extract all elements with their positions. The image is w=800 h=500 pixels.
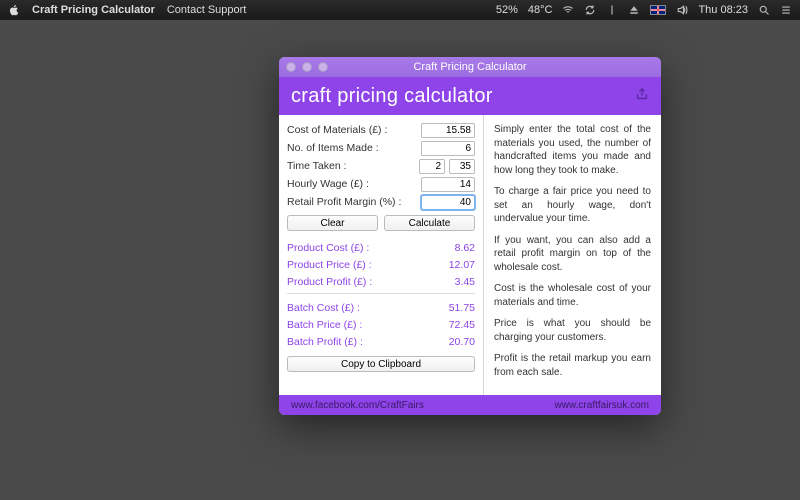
menu-contact-support[interactable]: Contact Support	[167, 4, 247, 16]
batch-price-label: Batch Price (£) :	[287, 319, 421, 331]
app-header: craft pricing calculator	[279, 77, 661, 115]
results-panel: Product Cost (£) :8.62 Product Price (£)…	[287, 239, 475, 350]
batch-cost-label: Batch Cost (£) :	[287, 302, 421, 314]
time-hours-input[interactable]	[419, 159, 445, 174]
time-taken-label: Time Taken :	[287, 160, 419, 172]
product-price-value: 12.07	[421, 259, 475, 271]
cost-materials-input[interactable]	[421, 123, 475, 138]
help-text: Cost is the wholesale cost of your mater…	[494, 282, 651, 309]
app-window: Craft Pricing Calculator craft pricing c…	[279, 57, 661, 415]
batch-cost-value: 51.75	[421, 302, 475, 314]
items-made-label: No. of Items Made :	[287, 142, 421, 154]
spotlight-icon[interactable]	[758, 4, 770, 16]
eject-icon[interactable]	[628, 4, 640, 16]
close-icon[interactable]	[286, 62, 296, 72]
header-title: craft pricing calculator	[291, 85, 493, 108]
clock[interactable]: Thu 08:23	[698, 4, 748, 16]
cost-materials-label: Cost of Materials (£) :	[287, 124, 421, 136]
input-flag-uk-icon[interactable]	[650, 5, 666, 15]
margin-input[interactable]	[421, 195, 475, 210]
batch-profit-label: Batch Profit (£) :	[287, 336, 421, 348]
help-panel: Simply enter the total cost of the mater…	[484, 115, 661, 395]
product-profit-value: 3.45	[421, 276, 475, 288]
window-title: Craft Pricing Calculator	[279, 61, 661, 73]
apple-menu-icon[interactable]	[8, 4, 20, 16]
notification-center-icon[interactable]	[780, 4, 792, 16]
battery-percent: 52%	[496, 4, 518, 16]
batch-profit-value: 20.70	[421, 336, 475, 348]
volume-icon[interactable]	[676, 4, 688, 16]
wifi-icon[interactable]	[562, 4, 574, 16]
copy-button[interactable]: Copy to Clipboard	[287, 356, 475, 372]
product-profit-label: Product Profit (£) :	[287, 276, 421, 288]
calculate-button[interactable]: Calculate	[384, 215, 475, 231]
divider-icon	[606, 4, 618, 16]
margin-label: Retail Profit Margin (%) :	[287, 196, 421, 208]
items-made-input[interactable]	[421, 141, 475, 156]
cpu-temp: 48°C	[528, 4, 553, 16]
menubar: Craft Pricing Calculator Contact Support…	[0, 0, 800, 20]
clear-button[interactable]: Clear	[287, 215, 378, 231]
help-text: To charge a fair price you need to set a…	[494, 185, 651, 226]
zoom-icon[interactable]	[318, 62, 328, 72]
form-panel: Cost of Materials (£) : No. of Items Mad…	[279, 115, 484, 395]
product-cost-label: Product Cost (£) :	[287, 242, 421, 254]
product-price-label: Product Price (£) :	[287, 259, 421, 271]
time-minutes-input[interactable]	[449, 159, 475, 174]
app-name-menu[interactable]: Craft Pricing Calculator	[32, 4, 155, 16]
hourly-wage-label: Hourly Wage (£) :	[287, 178, 421, 190]
divider	[287, 293, 475, 294]
hourly-wage-input[interactable]	[421, 177, 475, 192]
product-cost-value: 8.62	[421, 242, 475, 254]
share-icon[interactable]	[635, 87, 649, 106]
titlebar[interactable]: Craft Pricing Calculator	[279, 57, 661, 77]
help-text: Profit is the retail markup you earn fro…	[494, 352, 651, 379]
footer-link-facebook[interactable]: www.facebook.com/CraftFairs	[291, 400, 424, 411]
help-text: Simply enter the total cost of the mater…	[494, 123, 651, 177]
app-footer: www.facebook.com/CraftFairs www.craftfai…	[279, 395, 661, 415]
help-text: If you want, you can also add a retail p…	[494, 234, 651, 275]
minimize-icon[interactable]	[302, 62, 312, 72]
footer-link-site[interactable]: www.craftfairsuk.com	[555, 400, 649, 411]
sync-icon[interactable]	[584, 4, 596, 16]
help-text: Price is what you should be charging you…	[494, 317, 651, 344]
batch-price-value: 72.45	[421, 319, 475, 331]
